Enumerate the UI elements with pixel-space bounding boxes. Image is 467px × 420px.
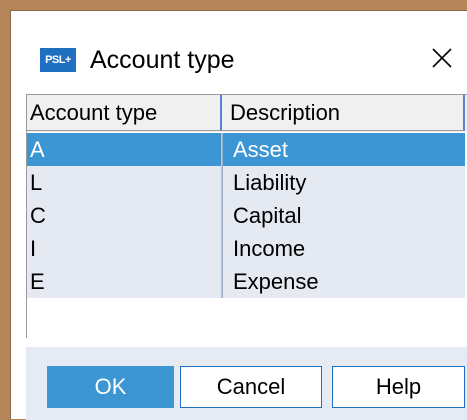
cell-account-type: C	[27, 199, 222, 232]
grid-rows: A Asset L Liability C Capital I Income E…	[27, 133, 467, 298]
table-row[interactable]: E Expense	[27, 265, 467, 298]
title-bar: PSL+ Account type	[11, 11, 467, 91]
cell-account-type: E	[27, 265, 222, 298]
cell-description: Expense	[222, 265, 465, 298]
button-bar: OK Cancel Help	[26, 347, 467, 420]
table-row[interactable]: A Asset	[27, 133, 467, 166]
cancel-button[interactable]: Cancel	[180, 366, 322, 408]
cell-account-type: I	[27, 232, 222, 265]
table-row[interactable]: C Capital	[27, 199, 467, 232]
cell-description: Asset	[222, 133, 465, 166]
column-header-account-type[interactable]: Account type	[27, 95, 222, 131]
cell-description: Liability	[222, 166, 465, 199]
column-header-description[interactable]: Description	[222, 95, 465, 131]
table-row[interactable]: I Income	[27, 232, 467, 265]
account-type-grid[interactable]: Account type Description A Asset L Liabi…	[26, 94, 467, 338]
close-icon	[432, 48, 452, 68]
help-button[interactable]: Help	[332, 366, 465, 408]
cell-description: Income	[222, 232, 465, 265]
table-row[interactable]: L Liability	[27, 166, 467, 199]
account-type-dialog: PSL+ Account type Account type Descripti…	[10, 10, 467, 420]
cell-description: Capital	[222, 199, 465, 232]
cell-account-type: L	[27, 166, 222, 199]
app-logo-icon: PSL+	[40, 48, 76, 72]
grid-header: Account type Description	[27, 95, 467, 132]
grid-empty-area	[27, 298, 467, 338]
cell-account-type: A	[27, 133, 222, 166]
app-logo-text: PSL+	[45, 53, 71, 66]
ok-button[interactable]: OK	[47, 366, 174, 408]
window-title: Account type	[90, 46, 235, 74]
close-button[interactable]	[417, 33, 467, 83]
